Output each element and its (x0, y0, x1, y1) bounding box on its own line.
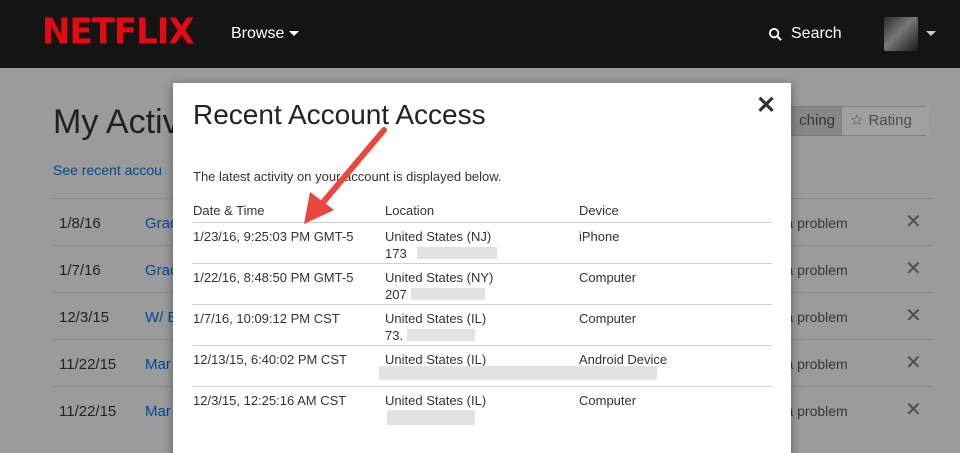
redacted-ip (387, 410, 475, 425)
redacted-ip (411, 288, 485, 300)
search-icon (768, 27, 782, 41)
redacted-ip (407, 329, 475, 341)
table-row: 12/13/15, 6:40:02 PM CST United States (… (193, 346, 772, 387)
access-device: iPhone (579, 229, 620, 244)
table-row: 1/22/16, 8:48:50 PM GMT-5 United States … (193, 264, 772, 305)
browse-menu[interactable]: Browse (231, 25, 300, 43)
access-location: United States (IL) (385, 393, 487, 408)
recent-account-access-dialog: Recent Account Access ✕ The latest activ… (173, 83, 791, 453)
table-header: Date & Time Location Device (193, 203, 772, 223)
top-navigation: NETFLIX Browse Search (0, 0, 960, 68)
access-datetime: 1/23/16, 9:25:03 PM GMT-5 (193, 229, 354, 244)
column-header-device: Device (579, 203, 619, 218)
access-device: Computer (579, 311, 637, 326)
access-device: Android Device (579, 352, 668, 367)
access-location: United States (IL) (385, 311, 487, 326)
access-device: Computer (579, 393, 637, 408)
search-button[interactable]: Search (768, 25, 842, 43)
close-icon[interactable]: ✕ (756, 91, 776, 120)
access-datetime: 12/13/15, 6:40:02 PM CST (193, 352, 347, 367)
profile-chevron-down-icon[interactable] (926, 31, 936, 36)
annotation-arrow (304, 127, 387, 224)
netflix-logo[interactable]: NETFLIX (42, 11, 195, 53)
access-datetime: 1/7/16, 10:09:12 PM CST (193, 311, 340, 326)
redacted-ip (379, 366, 657, 380)
browse-label: Browse (231, 25, 285, 42)
avatar[interactable] (884, 17, 918, 51)
access-ip: 73. (385, 328, 404, 343)
table-row: 1/23/16, 9:25:03 PM GMT-5 United States … (193, 223, 772, 264)
access-location: United States (IL) (385, 352, 487, 367)
access-ip: 173 (385, 246, 407, 261)
access-datetime: 1/22/16, 8:48:50 PM GMT-5 (193, 270, 354, 285)
column-header-date: Date & Time (193, 203, 265, 218)
search-label: Search (791, 25, 842, 42)
access-location: United States (NJ) (385, 229, 492, 244)
access-ip: 207 (385, 287, 407, 302)
access-device: Computer (579, 270, 637, 285)
redacted-ip (417, 247, 497, 259)
access-datetime: 12/3/15, 12:25:16 AM CST (193, 393, 347, 408)
chevron-down-icon (289, 31, 300, 37)
access-location: United States (NY) (385, 270, 494, 285)
table-row: 12/3/15, 12:25:16 AM CST United States (… (193, 387, 772, 428)
table-row: 1/7/16, 10:09:12 PM CST United States (I… (193, 305, 772, 346)
